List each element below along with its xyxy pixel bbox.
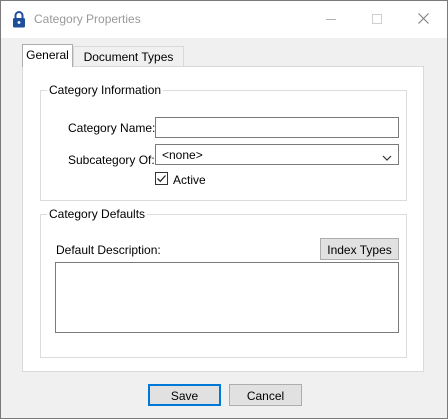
category-defaults-legend: Category Defaults	[47, 207, 148, 221]
active-checkbox[interactable]	[155, 172, 168, 185]
maximize-button[interactable]	[354, 1, 400, 38]
subcategory-selected-value: <none>	[162, 148, 203, 162]
close-button[interactable]	[400, 1, 446, 38]
tab-document-types[interactable]: Document Types	[73, 46, 184, 67]
save-button-label: Save	[170, 389, 199, 403]
category-name-input[interactable]	[155, 117, 399, 138]
lock-icon	[12, 10, 26, 28]
dialog-window: Category Properties General Document Typ…	[0, 0, 448, 419]
check-icon	[157, 175, 166, 183]
category-information-legend: Category Information	[47, 83, 164, 97]
index-types-button[interactable]: Index Types	[320, 238, 399, 260]
category-information-group: Category Information Category Name: Subc…	[40, 83, 407, 201]
active-label[interactable]: Active	[173, 173, 206, 187]
close-icon	[417, 12, 429, 27]
window-title: Category Properties	[34, 12, 141, 26]
general-tab-panel: Category Information Category Name: Subc…	[22, 66, 424, 372]
tab-general-label: General	[26, 48, 69, 62]
minimize-icon	[326, 13, 336, 27]
subcategory-label: Subcategory Of:	[68, 153, 155, 167]
minimize-button[interactable]	[308, 1, 354, 38]
cancel-button-label: Cancel	[246, 389, 285, 403]
maximize-icon	[372, 13, 382, 27]
subcategory-dropdown[interactable]: <none>	[155, 144, 399, 165]
default-description-textarea[interactable]	[55, 262, 399, 333]
cancel-button[interactable]: Cancel	[229, 384, 302, 406]
category-name-label: Category Name:	[68, 121, 156, 135]
index-types-button-label: Index Types	[327, 243, 392, 257]
chevron-down-icon	[382, 151, 392, 161]
title-bar[interactable]: Category Properties	[1, 1, 447, 38]
tab-document-types-label: Document Types	[83, 50, 174, 64]
save-button[interactable]: Save	[148, 384, 221, 406]
default-description-label: Default Description:	[56, 243, 161, 257]
category-defaults-group: Category Defaults Default Description: I…	[40, 207, 407, 358]
tab-general[interactable]: General	[22, 44, 73, 67]
